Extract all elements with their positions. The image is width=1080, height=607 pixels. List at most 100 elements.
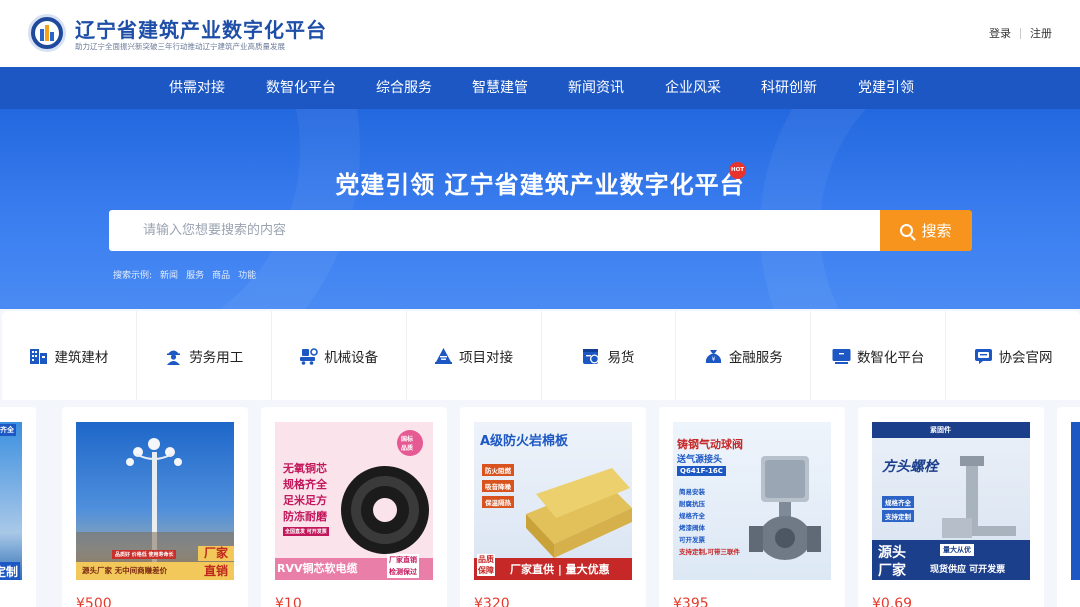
search-box (109, 210, 881, 251)
product-image-text: 持定制 (0, 562, 21, 580)
product-image-text: 规格齐全 (0, 424, 16, 436)
digital-platform-icon (832, 348, 851, 364)
auth-links: 登录 注册 (989, 25, 1052, 41)
hero-banner: 党建引领 辽宁省建筑产业数字化平台 HOT 搜索 搜索示例: 新闻 服务 商品 … (0, 109, 1080, 309)
search-example-service[interactable]: 服务 (186, 268, 204, 281)
search-example-news[interactable]: 新闻 (160, 268, 178, 281)
search-example-function[interactable]: 功能 (238, 268, 256, 281)
category-building-materials[interactable]: 建筑建材 (2, 311, 137, 400)
category-finance[interactable]: ¥ 金融服务 (676, 311, 812, 400)
search-examples-label: 搜索示例: (113, 271, 153, 281)
product-image-text: 检测保过 (387, 566, 419, 578)
product-card[interactable]: A级防火岩棉板 防火阻燃 吸音降噪 保温隔热 品质 保障 厂家直供 | 量大优惠… (460, 407, 646, 607)
product-image-text: 吸音降噪 (482, 480, 514, 492)
product-image-text: 规格齐全 (882, 496, 914, 508)
product-card[interactable]: 品质好 价格低 使用寿命长 源头厂家 无中间商赚差价 厂家 直销 ¥500 (62, 407, 248, 607)
category-bar: 建筑建材 劳务用工 机械设备 项目对接 易货 ¥ 金融服务 数智化平台 协会官网 (2, 311, 1080, 400)
site-subtitle: 助力辽宁全面振兴新突破三年行动推动辽宁建筑产业高质量发展 (75, 42, 285, 51)
product-image-text: 厂家 (198, 546, 234, 561)
product-image-text: 简易安装 (679, 488, 705, 496)
hero-title: 党建引领 辽宁省建筑产业数字化平台 (335, 171, 745, 199)
auth-divider (1020, 27, 1021, 39)
product-card-partial[interactable] (1057, 407, 1080, 607)
product-image-text: 支持定制 (882, 510, 914, 522)
nav-item-research[interactable]: 科研创新 (761, 67, 817, 109)
product-card-partial[interactable]: 规格齐全 持定制 (0, 407, 36, 607)
machinery-icon (300, 347, 318, 365)
product-image-text: 送气源接头 (677, 455, 723, 465)
product-image: 品质好 价格低 使用寿命长 源头厂家 无中间商赚差价 厂家 直销 (76, 422, 234, 580)
category-label: 建筑建材 (54, 349, 109, 366)
platform-logo[interactable] (28, 14, 66, 52)
category-association[interactable]: 协会官网 (946, 311, 1080, 400)
product-image-text: 厂家 (878, 563, 906, 579)
worker-icon (167, 350, 181, 365)
product-card[interactable]: 无氧铜芯 规格齐全 足米足方 防冻耐磨 全国直发 可开发票 国标 品质 RVV铜… (261, 407, 447, 607)
product-image-text: 铸钢气动球阀 (677, 438, 743, 451)
product-image: A级防火岩棉板 防火阻燃 吸音降噪 保温隔热 品质 保障 厂家直供 | 量大优惠 (474, 422, 632, 580)
project-icon (435, 347, 453, 364)
product-image-text: 品质 (401, 445, 414, 452)
hero-decoration (760, 109, 1080, 309)
product-image-text: A级防火岩棉板 (480, 434, 569, 449)
site-title[interactable]: 辽宁省建筑产业数字化平台 (75, 14, 327, 43)
product-image: 紧固件 方头螺栓 规格齐全 支持定制 源头 厂家 量大从优 现货供应 可开发票 (872, 422, 1030, 580)
category-label: 协会官网 (998, 349, 1053, 366)
product-image-text: 厂家直销 (387, 554, 419, 566)
product-image: 铸钢气动球阀 送气源接头 Q641F-16C 简易安装 耐腐抗压 规格齐全 烤漆… (673, 422, 831, 580)
product-price: ¥320 (474, 596, 510, 607)
product-image-text: 无氧铜芯 (283, 462, 327, 475)
product-image (1071, 422, 1080, 580)
category-label: 数智化平台 (856, 349, 925, 366)
category-barter[interactable]: 易货 (542, 311, 677, 400)
login-link[interactable]: 登录 (989, 25, 1011, 41)
product-image-text: 防冻耐磨 (283, 510, 327, 523)
product-image-text: 可开发票 (679, 536, 705, 544)
product-image-text: Q641F-16C (677, 466, 726, 476)
search-example-goods[interactable]: 商品 (212, 268, 230, 281)
product-image-text: 直销 (198, 562, 234, 580)
top-header: 辽宁省建筑产业数字化平台 助力辽宁全面振兴新突破三年行动推动辽宁建筑产业高质量发… (0, 0, 1080, 67)
category-label: 劳务用工 (189, 349, 244, 366)
category-project[interactable]: 项目对接 (407, 311, 542, 400)
nav-item-party[interactable]: 党建引领 (858, 67, 914, 109)
product-card[interactable]: 紧固件 方头螺栓 规格齐全 支持定制 源头 厂家 量大从优 现货供应 可开发票 … (858, 407, 1044, 607)
product-list: 规格齐全 持定制 品质好 价格低 使用寿命长 源头厂家 无中间商赚差价 厂家 直… (0, 404, 1080, 607)
product-image: 规格齐全 持定制 (0, 422, 22, 580)
main-nav: 供需对接 数智化平台 综合服务 智慧建管 新闻资讯 企业风采 科研创新 党建引领 (0, 67, 1080, 109)
nav-item-enterprise[interactable]: 企业风采 (665, 67, 721, 109)
search-button[interactable]: 搜索 (880, 210, 972, 251)
product-image-text: 烤漆阀体 (679, 524, 705, 532)
nav-item-digital-platform[interactable]: 数智化平台 (266, 67, 336, 109)
product-image-text: 品质好 价格低 使用寿命长 (112, 550, 177, 559)
category-machinery[interactable]: 机械设备 (272, 311, 407, 400)
register-link[interactable]: 注册 (1030, 25, 1052, 41)
nav-item-services[interactable]: 综合服务 (376, 67, 432, 109)
product-image-text: 源头厂家 无中间商赚差价 (76, 562, 198, 580)
product-image-text: 全国直发 可开发票 (283, 527, 329, 536)
finance-icon: ¥ (705, 349, 721, 363)
product-image-text: 保温隔热 (482, 496, 514, 508)
product-image-text: 厂家直供 | 量大优惠 (510, 563, 610, 576)
product-price: ¥10 (275, 596, 302, 607)
search-input[interactable] (109, 210, 881, 251)
product-image: 无氧铜芯 规格齐全 足米足方 防冻耐磨 全国直发 可开发票 国标 品质 RVV铜… (275, 422, 433, 580)
category-digital-platform[interactable]: 数智化平台 (811, 311, 947, 400)
nav-item-smart-management[interactable]: 智慧建管 (472, 67, 528, 109)
product-image-text: 足米足方 (283, 494, 327, 507)
search-button-label: 搜索 (921, 222, 952, 240)
product-image-text: 支持定制,可带三联件 (679, 548, 740, 556)
search-icon (900, 224, 914, 237)
category-label: 项目对接 (459, 349, 514, 366)
category-label: 机械设备 (324, 349, 379, 366)
product-image-text: 量大从优 (940, 544, 974, 556)
product-card[interactable]: 铸钢气动球阀 送气源接头 Q641F-16C 简易安装 耐腐抗压 规格齐全 烤漆… (659, 407, 845, 607)
product-price: ¥0.69 (872, 596, 913, 607)
product-image-text: 保障 (477, 565, 495, 576)
association-icon (974, 348, 992, 364)
category-labor[interactable]: 劳务用工 (137, 311, 272, 400)
nav-item-supply-demand[interactable]: 供需对接 (169, 67, 225, 109)
barter-icon (583, 348, 600, 364)
svg-text:¥: ¥ (711, 356, 715, 363)
nav-item-news[interactable]: 新闻资讯 (568, 67, 624, 109)
